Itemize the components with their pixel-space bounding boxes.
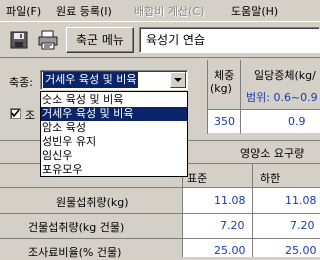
- dropdown-option[interactable]: 포유모우: [41, 163, 187, 177]
- dropdown-option[interactable]: 임신우: [41, 149, 187, 163]
- gain-input[interactable]: [241, 110, 320, 133]
- printer-icon: [38, 30, 58, 50]
- dropdown-button[interactable]: [170, 72, 186, 88]
- dropdown-option[interactable]: 암소 육성: [41, 121, 187, 135]
- column-lower: 하한: [260, 172, 281, 185]
- dropdown-option[interactable]: 숫소 육성 및 비육: [41, 93, 187, 107]
- roughage-checkbox-label: 조: [25, 109, 36, 122]
- checkmark-icon: [11, 109, 20, 118]
- weight-label: 체중: [214, 69, 235, 82]
- row-label: 조사료비율(% 건물): [28, 246, 122, 259]
- cow-group-menu-button[interactable]: 축군 메뉴: [66, 27, 134, 53]
- ration-title-field[interactable]: 육성기 연습: [139, 27, 320, 53]
- requirements-title: 영양소 요구량: [240, 147, 305, 160]
- roughage-checkbox[interactable]: [10, 108, 21, 119]
- print-button[interactable]: [35, 28, 61, 52]
- save-button[interactable]: [6, 28, 32, 52]
- menu-file[interactable]: 파일(F): [6, 4, 41, 19]
- weight-unit: (kg): [210, 82, 232, 95]
- animal-type-selected: 거세우 육성 및 비육: [43, 72, 139, 88]
- menu-ingredient-register[interactable]: 원료 등록(I): [56, 4, 112, 19]
- dropdown-option-selected[interactable]: 거세우 육성 및 비육: [41, 107, 187, 121]
- standard-value: 7.20: [220, 219, 245, 232]
- menu-help[interactable]: 도움말(H): [231, 4, 278, 19]
- menu-ration-calc[interactable]: 배합비 계산(C): [134, 4, 204, 19]
- daily-gain-label: 일당증체(kg/: [254, 69, 316, 82]
- column-standard: 표준: [187, 172, 208, 185]
- weight-value: 350: [214, 115, 235, 128]
- lower-value: 7.20: [290, 219, 315, 232]
- row-label: 원물섭취량(kg): [56, 196, 129, 209]
- gain-value: 0.9: [288, 115, 306, 128]
- standard-value: 11.08: [214, 194, 246, 207]
- standard-value: 25.00: [214, 244, 246, 257]
- chevron-down-icon: [174, 77, 182, 82]
- save-icon: [10, 31, 28, 49]
- lower-value: 25.00: [285, 244, 317, 257]
- row-label: 건물섭취량(kg 건물): [28, 221, 125, 234]
- animal-type-label: 축종:: [9, 76, 33, 89]
- gain-range-label: 범위: 0.6~0.9: [246, 91, 318, 104]
- lower-value: 11.08: [285, 194, 317, 207]
- dropdown-option[interactable]: 성빈우 유지: [41, 135, 187, 149]
